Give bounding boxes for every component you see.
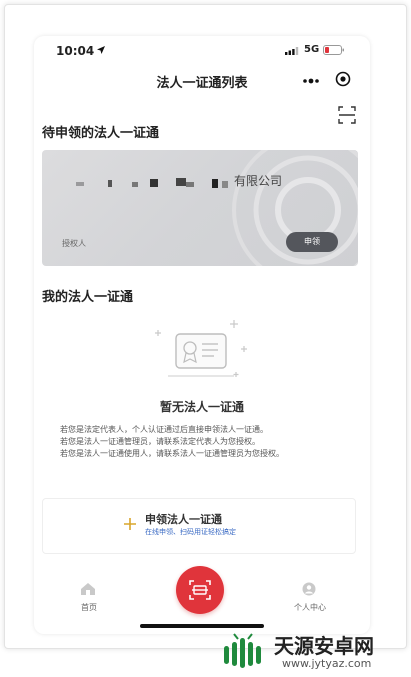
description-line-1: 若您是法定代表人，个人认证通过后直接申领法人一证通。 bbox=[60, 425, 268, 434]
pending-section-title: 待申领的法人一证通 bbox=[42, 126, 160, 141]
tab-home-label[interactable]: 首页 bbox=[74, 602, 104, 613]
close-miniprogram-icon[interactable] bbox=[335, 71, 351, 87]
apply-license-subtitle: 在线申领、扫码用证轻松搞定 bbox=[145, 528, 236, 536]
more-icon[interactable] bbox=[302, 74, 320, 88]
scan-qr-button[interactable] bbox=[176, 566, 224, 614]
description-line-2: 若您是法人一证通管理员，请联系法定代表人为您授权。 bbox=[60, 437, 260, 446]
watermark-url: www.jytyaz.com bbox=[282, 657, 372, 670]
signal-icon bbox=[285, 47, 299, 55]
authorizer-label: 授权人 bbox=[62, 239, 86, 248]
scan-icon[interactable] bbox=[338, 106, 356, 124]
network-type: 5G bbox=[304, 44, 320, 55]
my-section-title: 我的法人一证通 bbox=[42, 290, 134, 305]
status-time: 10:04 bbox=[56, 44, 95, 58]
pending-license-card[interactable]: 有限公司 授权人 申领 bbox=[42, 150, 358, 266]
empty-state-description: 若您是法定代表人，个人认证通过后直接申领法人一证通。 若您是法人一证通管理员，请… bbox=[60, 424, 360, 460]
apply-button[interactable]: 申领 bbox=[286, 232, 338, 252]
battery-icon bbox=[323, 45, 344, 55]
plus-icon bbox=[124, 518, 136, 530]
description-line-3: 若您是法人一证通使用人，请联系法人一证通管理员为您授权。 bbox=[60, 449, 284, 458]
phone-screen: 10:04 5G 法人一证通列表 待申领的法人一证通 有限公司 授权人 申领 我… bbox=[34, 36, 370, 634]
home-icon[interactable] bbox=[80, 582, 96, 596]
nav-bar: 法人一证通列表 bbox=[34, 68, 370, 94]
watermark-brand: 天源安卓网 bbox=[274, 634, 374, 658]
apply-license-button[interactable]: 申领法人一证通 在线申领、扫码用证轻松搞定 bbox=[42, 498, 356, 554]
user-icon[interactable] bbox=[302, 582, 316, 596]
location-arrow-icon bbox=[97, 46, 105, 54]
empty-certificate-illustration bbox=[155, 320, 247, 377]
company-name-suffix: 有限公司 bbox=[234, 174, 283, 188]
apply-license-title: 申领法人一证通 bbox=[145, 513, 222, 526]
empty-state-title: 暂无法人一证通 bbox=[159, 400, 244, 414]
redacted-company-name bbox=[76, 178, 228, 188]
status-bar: 10:04 5G bbox=[34, 36, 370, 66]
scan-card-icon bbox=[189, 580, 211, 600]
tab-profile-label[interactable]: 个人中心 bbox=[284, 602, 336, 613]
watermark-android-logo bbox=[224, 633, 261, 668]
